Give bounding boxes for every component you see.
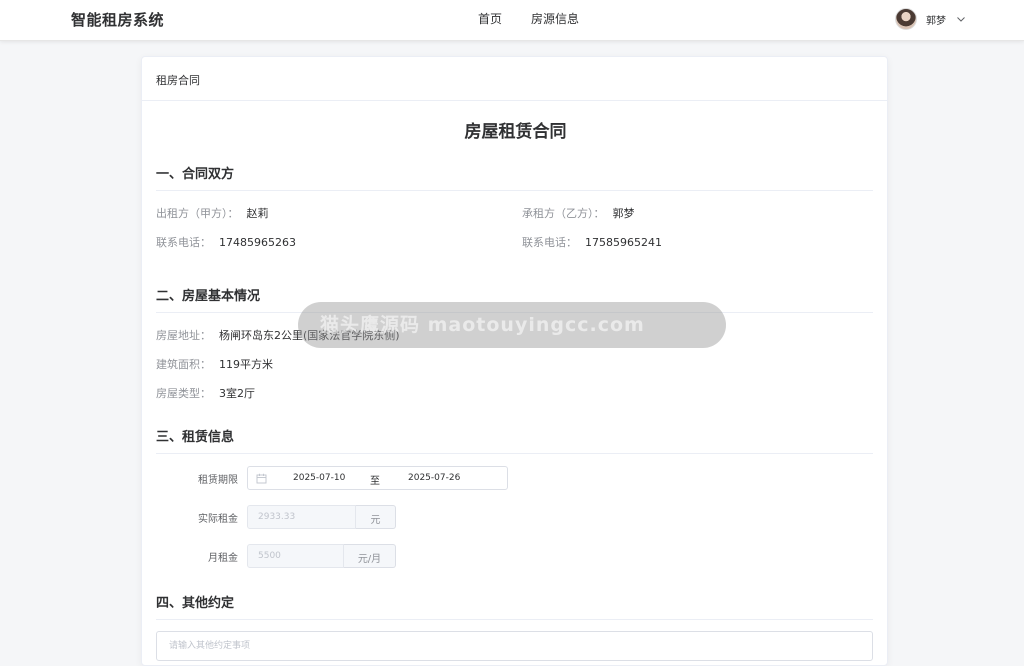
top-navbar: 智能租房系统 首页 房源信息 郭梦 [0,0,1024,41]
chevron-down-icon[interactable] [956,14,966,24]
nav-home[interactable]: 首页 [478,10,502,27]
address-label: 房屋地址： [156,329,211,342]
section-other-title: 四、其他约定 [156,592,873,620]
user-name[interactable]: 郭梦 [926,12,946,27]
lessor-phone-field: 联系电话： 17485965263 [156,234,296,250]
lease-period-row: 租赁期限 2025-07-10 至 2025-07-26 [156,466,556,490]
lease-period-label: 租赁期限 [198,475,238,486]
actual-rent-row: 实际租金 2933.33 元 [156,505,556,529]
avatar[interactable] [895,8,917,30]
user-menu[interactable]: 郭梦 [895,8,966,30]
lessor-name: 赵莉 [246,207,269,220]
lessor-field: 出租方（甲方）： 赵莉 [156,205,269,221]
monthly-rent-group: 5500 元/月 [247,544,396,568]
lessee-phone-label: 联系电话： [522,236,577,249]
monthly-rent-unit: 元/月 [344,544,396,568]
calendar-icon [256,473,267,484]
lessee-phone: 17585965241 [585,236,662,249]
actual-rent-unit: 元 [356,505,396,529]
actual-rent-group: 2933.33 元 [247,505,396,529]
lease-date-range[interactable]: 2025-07-10 至 2025-07-26 [247,466,508,490]
lessee-label: 承租方（乙方）： [522,207,605,220]
lessor-phone-label: 联系电话： [156,236,211,249]
type-value: 3室2厅 [219,387,255,400]
actual-rent-label: 实际租金 [198,514,238,525]
lessee-field: 承租方（乙方）： 郭梦 [522,205,635,221]
lessor-label: 出租方（甲方）： [156,207,239,220]
section-parties-title: 一、合同双方 [156,163,873,191]
lease-end-date[interactable]: 2025-07-26 [408,473,460,483]
card-header: 租房合同 [142,57,887,101]
app-brand[interactable]: 智能租房系统 [71,9,164,30]
monthly-rent-row: 月租金 5500 元/月 [156,544,556,568]
contract-card: 租房合同 房屋租赁合同 一、合同双方 出租方（甲方）： 赵莉 承租方（乙方）： 郭梦… [141,56,888,666]
nav-listings[interactable]: 房源信息 [531,10,579,27]
section-lease-title: 三、租赁信息 [156,426,873,454]
area-value: 119平方米 [219,358,273,371]
monthly-rent-input[interactable]: 5500 [247,544,344,568]
area-field: 建筑面积： 119平方米 [156,356,273,372]
contract-title: 房屋租赁合同 [464,122,567,142]
other-terms-textarea[interactable]: 请输入其他约定事项 [156,631,873,661]
type-field: 房屋类型： 3室2厅 [156,385,255,401]
monthly-rent-label: 月租金 [208,553,238,564]
area-label: 建筑面积： [156,358,211,371]
type-label: 房屋类型： [156,387,211,400]
lessor-phone: 17485965263 [219,236,296,249]
watermark: 猫头鹰源码 maotouyingcc.com [298,302,726,348]
date-range-separator: 至 [370,476,380,487]
lessee-name: 郭梦 [612,207,635,220]
lessee-phone-field: 联系电话： 17585965241 [522,234,662,250]
main-nav: 首页 房源信息 [478,10,579,27]
lease-start-date[interactable]: 2025-07-10 [293,473,345,483]
actual-rent-input[interactable]: 2933.33 [247,505,356,529]
